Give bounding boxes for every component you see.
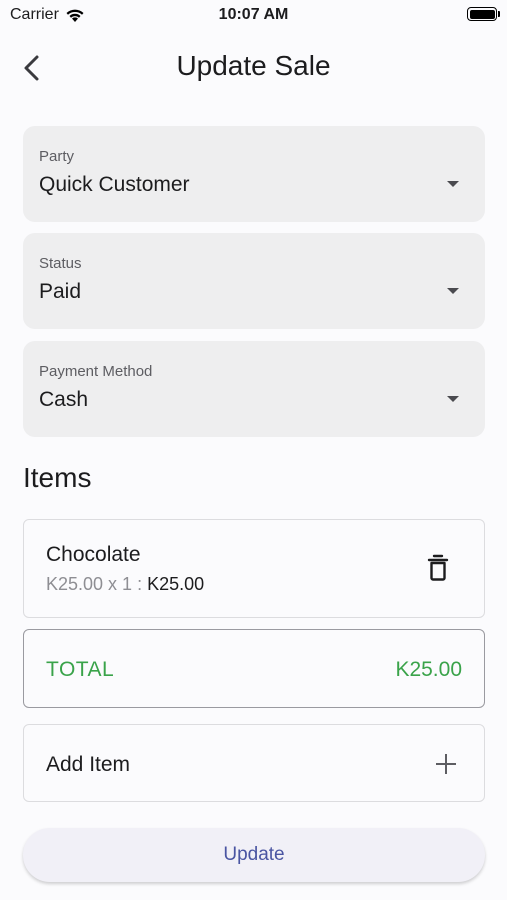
update-button[interactable]: Update xyxy=(23,828,485,882)
total-label: TOTAL xyxy=(46,658,115,681)
status-dropdown[interactable]: Status Paid xyxy=(23,233,485,329)
item-name: Chocolate xyxy=(46,543,141,566)
payment-method-label: Payment Method xyxy=(39,363,153,380)
line-item-card: Chocolate K25.00 x 1 : K25.00 xyxy=(23,519,485,618)
total-value: K25.00 xyxy=(395,658,462,681)
trash-icon xyxy=(427,554,449,581)
dropdown-arrow-icon xyxy=(447,288,459,294)
item-subtotal: K25.00 xyxy=(147,574,205,594)
party-dropdown[interactable]: Party Quick Customer xyxy=(23,126,485,222)
dropdown-arrow-icon xyxy=(447,181,459,187)
items-section-title: Items xyxy=(23,462,92,493)
status-value: Paid xyxy=(39,280,82,303)
payment-method-dropdown[interactable]: Payment Method Cash xyxy=(23,341,485,437)
add-item-label: Add Item xyxy=(46,753,131,776)
plus-icon xyxy=(436,754,456,774)
battery-icon xyxy=(467,7,500,21)
item-unit-line: K25.00 x 1 : xyxy=(46,574,148,594)
status-time: 10:07 AM xyxy=(218,6,289,23)
party-value: Quick Customer xyxy=(39,173,190,196)
dropdown-arrow-icon xyxy=(447,396,459,402)
party-label: Party xyxy=(39,148,75,165)
page-title: Update Sale xyxy=(176,50,331,81)
status-bar: Carrier 10:07 AM xyxy=(0,0,507,30)
delete-item-button[interactable] xyxy=(426,554,450,582)
payment-method-value: Cash xyxy=(39,388,89,411)
total-card: TOTAL K25.00 xyxy=(23,629,485,708)
add-item-button[interactable]: Add Item xyxy=(23,724,485,802)
item-detail: K25.00 x 1 : K25.00 xyxy=(46,574,204,595)
status-label: Status xyxy=(39,255,82,272)
app-bar: Update Sale xyxy=(0,30,507,104)
